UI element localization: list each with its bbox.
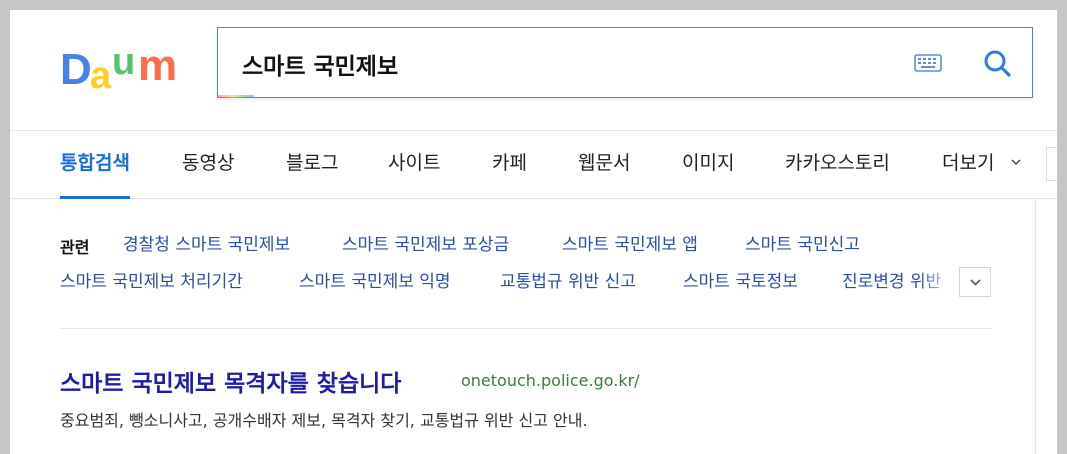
svg-text:a: a (90, 55, 112, 96)
search-icon[interactable] (982, 48, 1012, 78)
result-title-link[interactable]: 스마트 국민제보 목격자를 찾습니다 (60, 364, 401, 398)
related-link[interactable]: 경찰청 스마트 국민제보 (123, 234, 290, 256)
tabs-edge-control[interactable] (1046, 147, 1057, 181)
related-link[interactable]: 스마트 국토정보 (683, 271, 798, 293)
svg-text:D: D (60, 45, 92, 94)
tab-site[interactable]: 사이트 (388, 130, 440, 198)
chevron-down-icon (1010, 159, 1021, 166)
related-searches: 관련 경찰청 스마트 국민제보 스마트 국민제보 포상금 스마트 국민제보 앱 … (60, 228, 1005, 318)
related-link[interactable]: 스마트 국민제보 익명 (299, 271, 451, 293)
svg-text:m: m (138, 41, 177, 90)
related-link[interactable]: 스마트 국민제보 앱 (562, 234, 698, 256)
divider (60, 328, 992, 329)
related-link[interactable]: 스마트 국민신고 (745, 234, 860, 256)
svg-text:u: u (112, 41, 135, 83)
browser-page: D a u m 통합검색 동영상 블로그 사이 (10, 10, 1057, 454)
daum-logo[interactable]: D a u m (60, 38, 192, 96)
chevron-down-icon (970, 279, 981, 286)
tab-all[interactable]: 통합검색 (60, 130, 130, 199)
keyboard-icon[interactable] (914, 53, 942, 73)
tab-image[interactable]: 이미지 (682, 130, 734, 198)
tab-more-label: 더보기 (942, 152, 995, 174)
tab-kakaostory[interactable]: 카카오스토리 (785, 130, 890, 198)
search-box (217, 27, 1033, 98)
search-accent-bar (218, 95, 254, 98)
search-input[interactable] (240, 43, 884, 85)
header: D a u m (10, 10, 1057, 131)
tab-cafe[interactable]: 카페 (492, 130, 527, 198)
result-description: 중요범죄, 뺑소니사고, 공개수배자 제보, 목격자 찾기, 교통법규 위반 신… (60, 411, 588, 430)
tab-more[interactable]: 더보기 (942, 130, 1021, 198)
related-label: 관련 (60, 238, 90, 257)
related-link[interactable]: 스마트 국민제보 처리기간 (60, 271, 243, 293)
related-link[interactable]: 스마트 국민제보 포상금 (342, 234, 509, 256)
result-url-link[interactable]: onetouch.police.go.kr/ (461, 371, 640, 390)
tab-web[interactable]: 웹문서 (578, 130, 630, 198)
tab-blog[interactable]: 블로그 (286, 130, 338, 198)
tab-video[interactable]: 동영상 (182, 130, 234, 198)
related-link[interactable]: 교통법규 위반 신고 (500, 271, 636, 293)
content-right-border (1035, 199, 1036, 454)
related-expand-button[interactable] (959, 267, 991, 297)
related-fade (920, 265, 958, 299)
search-tabs: 통합검색 동영상 블로그 사이트 카페 웹문서 이미지 카카오스토리 더보기 (10, 130, 1057, 199)
